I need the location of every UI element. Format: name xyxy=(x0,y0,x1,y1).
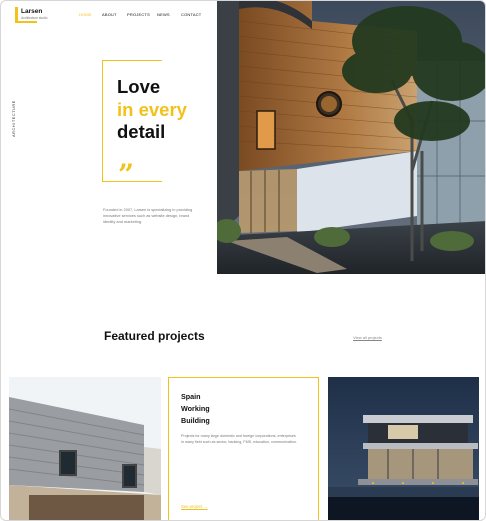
nav-news[interactable]: NEWS xyxy=(157,12,170,17)
brand-name: Larsen xyxy=(21,8,43,15)
hero-title-line3: detail xyxy=(117,121,166,142)
brand-tagline: Architecture studio xyxy=(21,16,48,20)
nav-projects[interactable]: PROJECTS xyxy=(127,12,150,17)
project-title-line3: Building xyxy=(181,416,210,425)
hero-house-image xyxy=(217,1,485,274)
brand-logo[interactable]: Larsen Architecture studio xyxy=(15,7,55,23)
project-title-line2: Working xyxy=(181,404,210,413)
featured-projects-heading: Featured projects xyxy=(104,329,205,343)
hero-title: Love in every detail xyxy=(117,76,187,144)
hero-title-line2: in every xyxy=(117,98,187,120)
see-project-link[interactable]: See project → xyxy=(181,504,208,509)
logo-underline xyxy=(15,21,37,23)
nav-about[interactable]: ABOUT xyxy=(102,12,117,17)
hero-title-line1: Love xyxy=(117,76,161,97)
project-image-left[interactable] xyxy=(9,377,161,520)
view-all-projects-link[interactable]: View all projects xyxy=(353,335,382,340)
page-frame: Larsen Architecture studio HOME ABOUT PR… xyxy=(0,0,486,521)
project-card-spain[interactable]: Spain Working Building Projects for many… xyxy=(168,377,319,520)
quote-icon: ” xyxy=(118,158,135,191)
nav-home[interactable]: HOME xyxy=(79,12,92,17)
project-image-right[interactable] xyxy=(328,377,479,520)
project-title-line1: Spain xyxy=(181,392,201,401)
project-card-description: Projects for many large domestic and for… xyxy=(181,434,298,444)
project-card-title: Spain Working Building xyxy=(181,391,210,427)
vertical-section-label: ARCHITECTURE xyxy=(12,100,16,137)
hero-description: Founded in 2007, Larsen is specializing … xyxy=(103,207,193,225)
nav-contact[interactable]: CONTACT xyxy=(181,12,201,17)
